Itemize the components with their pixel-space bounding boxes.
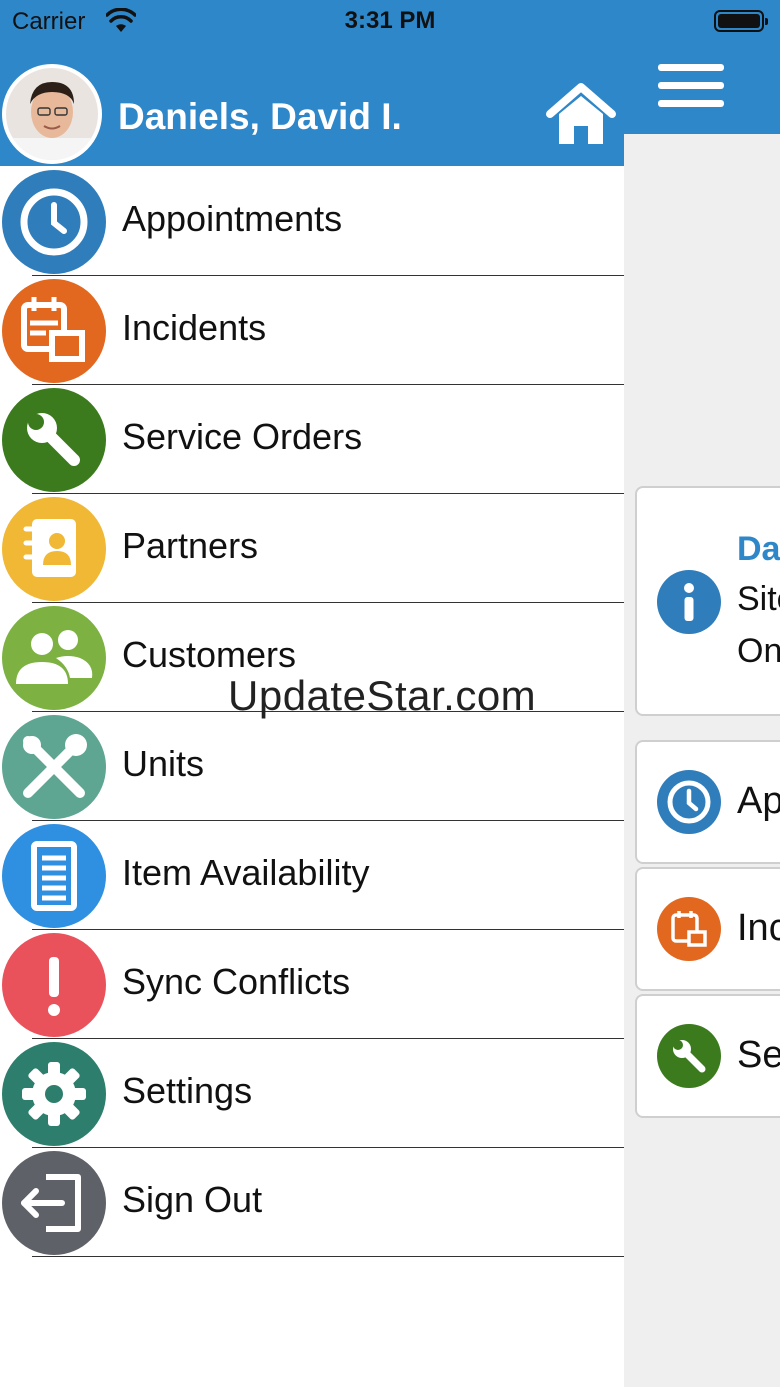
card-label: Se [737, 1034, 780, 1076]
menu-item-sync-conflicts[interactable]: Sync Conflicts [0, 930, 624, 1039]
info-card-line: Site [737, 580, 780, 618]
menu-item-customers[interactable]: Customers [0, 603, 624, 712]
info-card[interactable]: Da Site On [635, 486, 780, 716]
menu-item-settings[interactable]: Settings [0, 1039, 624, 1148]
info-card-title: Da [737, 530, 780, 568]
menu-item-units[interactable]: Units [0, 712, 624, 821]
menu-label: Sign Out [122, 1179, 263, 1220]
list-icon [2, 824, 106, 928]
navigation-drawer: Daniels, David I. Appointments Incidents… [0, 44, 624, 1387]
menu-item-appointments[interactable]: Appointments [0, 167, 624, 276]
card-label: Inc [737, 907, 780, 949]
clock-time: 3:31 PM [344, 7, 436, 34]
menu-item-incidents[interactable]: Incidents [0, 276, 624, 385]
tools-icon [2, 715, 106, 819]
battery-icon [714, 10, 768, 32]
appointments-card[interactable]: Ap [635, 740, 780, 864]
user-name: Daniels, David I. [118, 96, 402, 137]
people-icon [2, 606, 106, 710]
menu-label: Settings [122, 1070, 253, 1111]
exclamation-icon [2, 933, 106, 1037]
menu-item-service-orders[interactable]: Service Orders [0, 385, 624, 494]
gear-icon [2, 1042, 106, 1146]
menu-label: Item Availability [122, 852, 370, 893]
menu-label: Customers [122, 634, 297, 675]
divider [32, 1256, 624, 1257]
calendar-icon [2, 279, 106, 383]
hamburger-menu-icon[interactable] [658, 64, 724, 112]
menu-label: Incidents [122, 307, 267, 348]
info-icon [657, 570, 721, 634]
clock-icon [657, 770, 721, 834]
drawer-header: Daniels, David I. [0, 44, 624, 166]
calendar-icon [657, 897, 721, 961]
card-label: Ap [737, 780, 780, 822]
status-bar: Carrier 3:31 PM [0, 0, 780, 44]
menu-item-item-availability[interactable]: Item Availability [0, 821, 624, 930]
menu-item-sign-out[interactable]: Sign Out [0, 1148, 624, 1257]
avatar[interactable] [2, 64, 102, 164]
info-card-line: On [737, 632, 780, 670]
address-book-icon [2, 497, 106, 601]
menu-label: Service Orders [122, 416, 363, 457]
wrench-icon [2, 388, 106, 492]
menu-label: Partners [122, 525, 259, 566]
incidents-card[interactable]: Inc [635, 867, 780, 991]
menu-label: Units [122, 743, 205, 784]
wrench-icon [657, 1024, 721, 1088]
sign-out-icon [2, 1151, 106, 1255]
clock-icon [2, 170, 106, 274]
home-icon[interactable] [546, 80, 616, 148]
menu-label: Appointments [122, 198, 343, 239]
menu-label: Sync Conflicts [122, 961, 351, 1002]
menu-item-partners[interactable]: Partners [0, 494, 624, 603]
service-orders-card[interactable]: Se [635, 994, 780, 1118]
